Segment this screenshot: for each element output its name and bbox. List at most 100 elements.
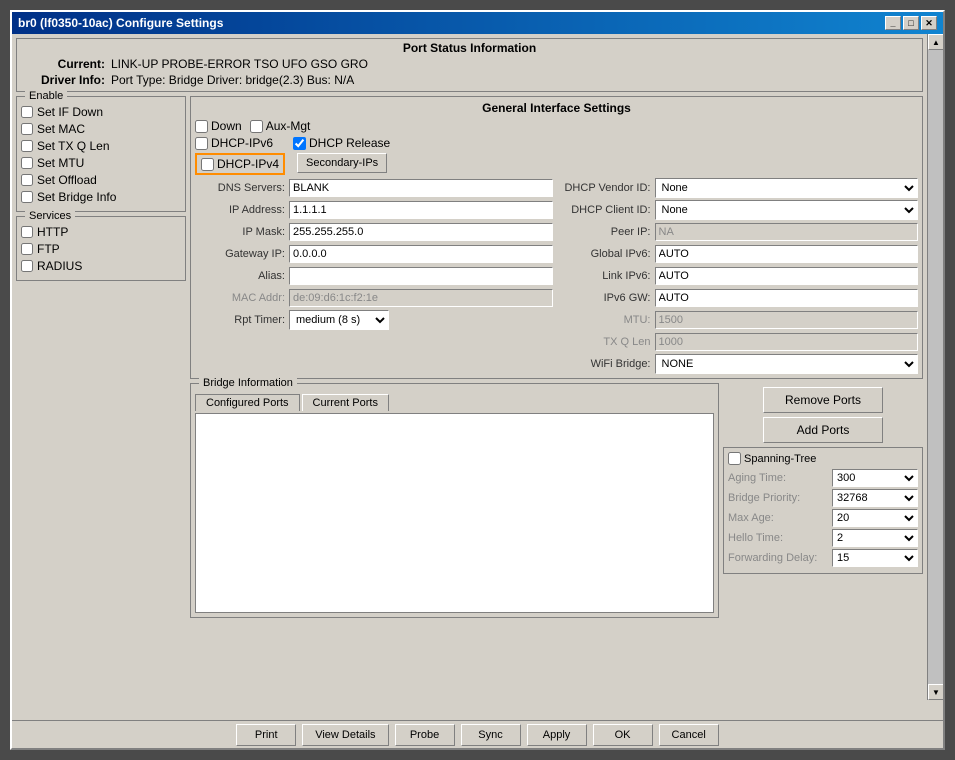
dhcp-release-label: DHCP Release [309,136,390,150]
set-mtu-label: Set MTU [37,156,84,170]
left-panel: Enable Set IF Down Set MAC Set TX Q Len [16,96,186,618]
rpt-timer-label: Rpt Timer: [195,314,285,326]
enable-set-if-down[interactable]: Set IF Down [21,105,181,119]
apply-button[interactable]: Apply [527,724,587,746]
max-age-select[interactable]: 20 [832,509,918,527]
http-checkbox[interactable] [21,226,33,238]
aging-time-select[interactable]: 300 [832,469,918,487]
set-mac-label: Set MAC [37,122,85,136]
dhcp-ipv6-cell[interactable]: DHCP-IPv6 [195,136,273,150]
link-ipv6-input[interactable] [655,267,919,285]
ip-address-input[interactable] [289,201,553,219]
hello-time-select[interactable]: 2 [832,529,918,547]
sync-button[interactable]: Sync [461,724,521,746]
wifi-bridge-row: WiFi Bridge: NONE [561,354,919,374]
dhcp-client-select[interactable]: None [655,200,919,220]
mac-addr-row: MAC Addr: [195,288,553,308]
body-area: Enable Set IF Down Set MAC Set TX Q Len [16,96,923,618]
link-ipv6-row: Link IPv6: [561,266,919,286]
set-tx-q-len-checkbox[interactable] [21,140,33,152]
radius-label: RADIUS [37,259,82,273]
forwarding-delay-select[interactable]: 15 [832,549,918,567]
dhcp-ipv6-checkbox[interactable] [195,137,208,150]
add-ports-button[interactable]: Add Ports [763,417,883,443]
bridge-priority-select[interactable]: 32768 [832,489,918,507]
dhcp-release-cell[interactable]: DHCP Release [293,136,390,150]
rpt-timer-select[interactable]: medium (8 s) [289,310,389,330]
tab-configured-ports[interactable]: Configured Ports [195,394,300,411]
set-if-down-checkbox[interactable] [21,106,33,118]
set-mac-checkbox[interactable] [21,123,33,135]
driver-value: Port Type: Bridge Driver: bridge(2.3) Bu… [111,73,354,87]
gateway-ip-input[interactable] [289,245,553,263]
set-offload-label: Set Offload [37,173,97,187]
current-value: LINK-UP PROBE-ERROR TSO UFO GSO GRO [111,57,368,71]
dhcp-ipv4-cell[interactable]: DHCP-IPv4 [195,153,285,175]
global-ipv6-input[interactable] [655,245,919,263]
bridge-priority-row: Bridge Priority: 32768 [728,489,918,507]
down-checkbox[interactable] [195,120,208,133]
ip-mask-input[interactable] [289,223,553,241]
spanning-tree-checkbox-row[interactable]: Spanning-Tree [728,452,918,465]
aux-mgt-checkbox-cell[interactable]: Aux-Mgt [250,119,311,133]
set-offload-checkbox[interactable] [21,174,33,186]
dns-servers-input[interactable] [289,179,553,197]
driver-label: Driver Info: [25,73,105,87]
services-group-title: Services [25,210,75,222]
title-bar: br0 (lf0350-10ac) Configure Settings _ □… [12,12,943,34]
minimize-button[interactable]: _ [885,16,901,30]
enable-set-offload[interactable]: Set Offload [21,173,181,187]
set-bridge-info-checkbox[interactable] [21,191,33,203]
view-details-button[interactable]: View Details [302,724,388,746]
remove-ports-button[interactable]: Remove Ports [763,387,883,413]
maximize-button[interactable]: □ [903,16,919,30]
max-age-row: Max Age: 20 [728,509,918,527]
cancel-button[interactable]: Cancel [659,724,719,746]
main-window: br0 (lf0350-10ac) Configure Settings _ □… [10,10,945,750]
spanning-tree-checkbox[interactable] [728,452,741,465]
global-ipv6-row: Global IPv6: [561,244,919,264]
dhcp-vendor-select[interactable]: None [655,178,919,198]
dhcp-ipv4-checkbox[interactable] [201,158,214,171]
port-status-header: Port Status Information [25,41,914,55]
ftp-label: FTP [37,242,60,256]
aux-mgt-checkbox[interactable] [250,120,263,133]
down-label: Down [211,119,242,133]
hello-time-label: Hello Time: [728,532,828,544]
ipv6-gw-input[interactable] [655,289,919,307]
ftp-checkbox[interactable] [21,243,33,255]
dhcp-release-checkbox[interactable] [293,137,306,150]
enable-set-mac[interactable]: Set MAC [21,122,181,136]
radius-checkbox[interactable] [21,260,33,272]
scroll-track[interactable] [928,50,943,684]
dhcp-vendor-label: DHCP Vendor ID: [561,182,651,194]
down-checkbox-cell[interactable]: Down [195,119,242,133]
wifi-bridge-select[interactable]: NONE [655,354,919,374]
secondary-ips-button[interactable]: Secondary-IPs [297,153,387,173]
service-radius[interactable]: RADIUS [21,259,181,273]
probe-button[interactable]: Probe [395,724,455,746]
global-ipv6-label: Global IPv6: [561,248,651,260]
service-ftp[interactable]: FTP [21,242,181,256]
dns-servers-label: DNS Servers: [195,182,285,194]
enable-set-bridge-info[interactable]: Set Bridge Info [21,190,181,204]
service-http[interactable]: HTTP [21,225,181,239]
close-button[interactable]: ✕ [921,16,937,30]
enable-set-tx-q-len[interactable]: Set TX Q Len [21,139,181,153]
print-button[interactable]: Print [236,724,296,746]
scroll-up-button[interactable]: ▲ [928,34,943,50]
tab-current-ports[interactable]: Current Ports [302,394,389,411]
hello-time-row: Hello Time: 2 [728,529,918,547]
scroll-down-button[interactable]: ▼ [928,684,943,700]
enable-set-mtu[interactable]: Set MTU [21,156,181,170]
alias-input[interactable] [289,267,553,285]
dhcp-client-label: DHCP Client ID: [561,204,651,216]
bottom-section: Bridge Information Configured Ports Curr… [190,383,923,618]
set-mtu-checkbox[interactable] [21,157,33,169]
services-group: Services HTTP FTP RADIUS [16,216,186,281]
current-label: Current: [25,57,105,71]
bridge-priority-label: Bridge Priority: [728,492,828,504]
http-label: HTTP [37,225,68,239]
ok-button[interactable]: OK [593,724,653,746]
left-col: DNS Servers: IP Address: IP Mask: [195,178,553,374]
